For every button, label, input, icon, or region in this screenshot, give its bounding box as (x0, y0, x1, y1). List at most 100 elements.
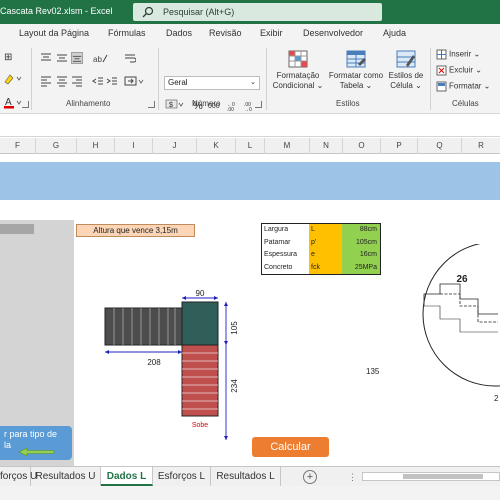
delete-cells-button[interactable]: Excluir ⌄ (436, 65, 482, 76)
font-dialog-launcher[interactable] (22, 101, 29, 108)
merge-center-icon[interactable] (124, 75, 146, 87)
tab-page-layout[interactable]: Layout da Página (19, 28, 89, 38)
navigate-type-button[interactable]: r para tipo de la (0, 426, 72, 460)
param-name: Largura (264, 226, 289, 233)
parameters-table: Largura L 88cm Patamar p' 105cm Espessur… (261, 223, 381, 275)
chevron-down-icon: ⌄ (250, 79, 256, 86)
search-box[interactable]: Pesquisar (Alt+G) (133, 3, 382, 21)
group-separator (266, 48, 267, 110)
sheet-tab-active[interactable]: Dados L (101, 467, 153, 486)
increase-decimal-icon[interactable]: ←0.00 (226, 100, 240, 112)
search-icon (142, 6, 154, 18)
align-right-icon[interactable] (71, 75, 83, 87)
column-headers: F G H I J K L M N O P Q R (0, 138, 500, 154)
sheet-tab[interactable]: Resultados U (31, 467, 101, 486)
column-header[interactable]: K (197, 138, 236, 154)
dim-top-label: 90 (196, 289, 205, 298)
column-header[interactable]: L (236, 138, 265, 154)
group-separator (31, 48, 32, 110)
column-header[interactable]: G (36, 138, 77, 154)
decrease-indent-icon[interactable] (92, 75, 104, 87)
ribbon: Layout da Página Fórmulas Dados Revisão … (0, 24, 500, 114)
stair-flight-right (181, 344, 219, 417)
conditional-formatting-label-2: Condicional ⌄ (272, 81, 324, 90)
scrollbar-thumb[interactable] (403, 474, 483, 479)
add-sheet-button[interactable]: + (303, 470, 317, 484)
svg-text:→0: →0 (244, 107, 252, 112)
sheet-tab[interactable]: Resultados L (211, 467, 281, 486)
calculate-button[interactable]: Calcular (252, 437, 329, 457)
navigate-type-label-2: la (4, 440, 12, 450)
sheet-tabs-bar: forços U Resultados U Dados L Esforços L… (0, 466, 500, 486)
cell-styles-button[interactable]: Estilos de Célula ⌄ (386, 49, 426, 91)
formula-bar[interactable] (0, 115, 500, 137)
param-value[interactable]: 105cm (342, 236, 380, 249)
param-value[interactable]: 25MPa (342, 261, 380, 274)
column-header[interactable]: P (381, 138, 418, 154)
highlight-icon[interactable] (3, 72, 27, 86)
sheet-tab[interactable]: Esforços L (153, 467, 211, 486)
align-center-icon[interactable] (56, 75, 68, 87)
tab-review[interactable]: Revisão (209, 28, 242, 38)
tab-view[interactable]: Exibir (260, 28, 283, 38)
tab-data[interactable]: Dados (166, 28, 192, 38)
align-middle-icon[interactable] (56, 52, 68, 64)
insert-cells-button[interactable]: Inserir ⌄ (436, 49, 480, 60)
tab-developer[interactable]: Desenvolvedor (303, 28, 363, 38)
delete-label: Excluir ⌄ (449, 65, 482, 75)
format-label: Formatar ⌄ (449, 81, 491, 91)
param-value[interactable]: 16cm (342, 249, 380, 262)
worksheet[interactable]: Altura que vence 3,15m Largura L 88cm Pa… (0, 154, 500, 466)
column-header[interactable]: O (343, 138, 381, 154)
format-icon (436, 81, 447, 92)
font-color-icon[interactable]: ⊞ (3, 51, 19, 63)
dim-left-label: 208 (147, 358, 161, 367)
increase-indent-icon[interactable] (106, 75, 118, 87)
number-format-value: Geral (168, 78, 188, 87)
conditional-formatting-label-1: Formatação (276, 71, 320, 80)
column-header[interactable]: N (310, 138, 343, 154)
column-header[interactable]: M (265, 138, 310, 154)
more-options-icon[interactable]: ⋮ (348, 472, 357, 483)
landing (181, 301, 219, 346)
table-row: Largura L 88cm (262, 224, 380, 237)
column-header[interactable]: I (115, 138, 153, 154)
param-name: Espessura (264, 251, 298, 258)
param-symbol: p' (309, 236, 342, 249)
insert-label: Inserir ⌄ (449, 49, 481, 59)
tab-formulas[interactable]: Fórmulas (108, 28, 146, 38)
column-header[interactable]: Q (418, 138, 462, 154)
window-title: Cascata Rev02.xlsm - Excel (0, 6, 113, 16)
svg-text:$: $ (169, 102, 173, 109)
title-bar: Cascata Rev02.xlsm - Excel Pesquisar (Al… (0, 0, 500, 24)
format-as-table-button[interactable]: Formatar como Tabela ⌄ (327, 49, 385, 91)
alignment-dialog-launcher[interactable] (148, 101, 155, 108)
align-bottom-icon[interactable] (71, 52, 83, 64)
format-cells-button[interactable]: Formatar ⌄ (436, 81, 490, 92)
align-left-icon[interactable] (40, 75, 52, 87)
svg-text:.00: .00 (227, 107, 234, 112)
column-header[interactable]: J (153, 138, 197, 154)
horizontal-scrollbar[interactable] (362, 472, 500, 481)
column-header[interactable]: H (77, 138, 115, 154)
side-value: 135 (366, 367, 380, 376)
group-label-alignment: Alinhamento (66, 99, 111, 108)
format-as-table-label-2: Tabela ⌄ (339, 81, 373, 90)
param-value[interactable]: 88cm (342, 224, 380, 237)
column-header[interactable]: R (462, 138, 500, 154)
param-symbol: fck (309, 261, 342, 274)
accounting-format-icon[interactable]: $ (165, 98, 185, 110)
number-dialog-launcher[interactable] (255, 101, 262, 108)
wrap-text-icon[interactable] (124, 52, 136, 64)
search-placeholder: Pesquisar (Alt+G) (163, 7, 235, 17)
detail-label: 26 (456, 274, 468, 285)
orientation-icon[interactable]: ab (92, 52, 108, 64)
table-row: Concreto fck 25MPa (262, 261, 380, 274)
header-band (0, 162, 500, 200)
column-header[interactable]: F (0, 138, 36, 154)
conditional-formatting-button[interactable]: Formatação Condicional ⌄ (270, 49, 326, 91)
sheet-tab[interactable]: forços U (0, 467, 37, 486)
number-format-select[interactable]: Geral ⌄ (164, 76, 260, 90)
tab-help[interactable]: Ajuda (383, 28, 406, 38)
align-top-icon[interactable] (40, 52, 52, 64)
